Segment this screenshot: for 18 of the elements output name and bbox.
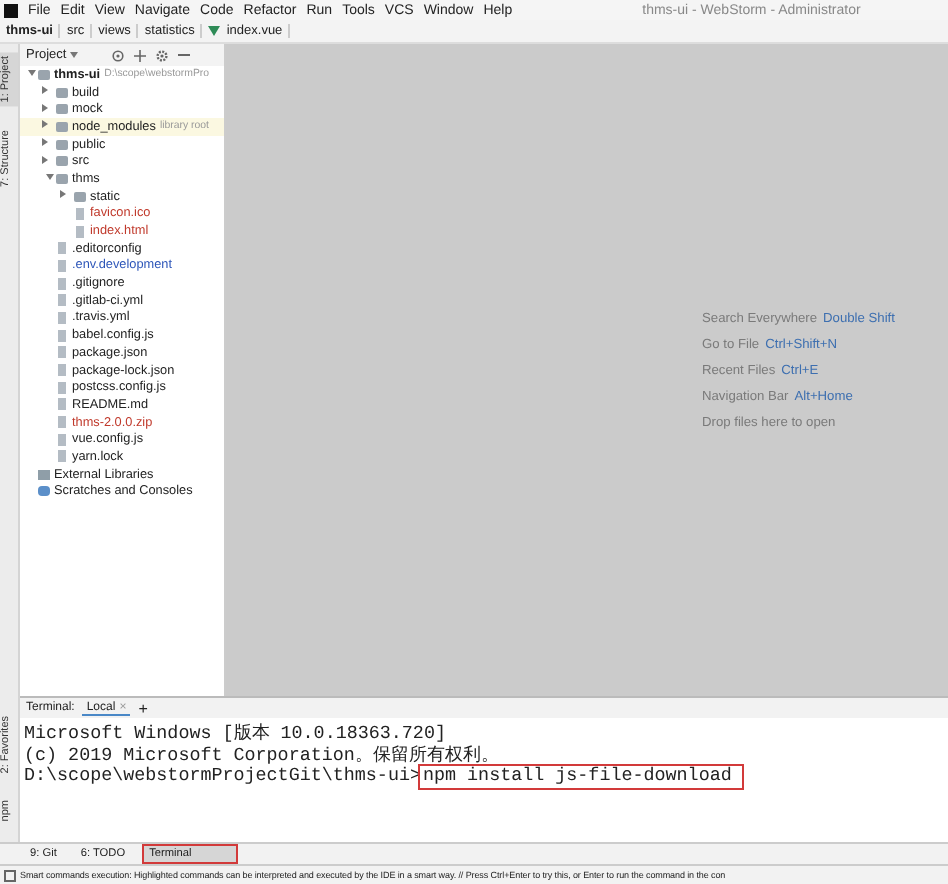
terminal-line: (c) 2019 Microsoft Corporation。保留所有权利。 <box>24 745 499 766</box>
terminal-line: Microsoft Windows [版本 10.0.18363.720] <box>24 724 446 745</box>
expand-arrow-icon[interactable] <box>60 190 66 199</box>
app-logo-icon <box>4 3 18 17</box>
add-tab-button[interactable]: + <box>138 699 148 717</box>
scratch-icon <box>38 486 50 497</box>
expand-arrow-icon[interactable] <box>42 86 48 95</box>
expand-arrow-icon[interactable] <box>42 103 48 112</box>
terminal-command: npm install js-file-download <box>420 766 742 788</box>
target-icon[interactable] <box>112 49 125 61</box>
library-icon <box>38 469 50 480</box>
expand-arrow-icon[interactable] <box>42 120 48 129</box>
minimize-icon[interactable] <box>178 53 191 57</box>
status-icon <box>4 869 16 881</box>
expand-arrow-icon[interactable] <box>42 155 48 164</box>
terminal-line: D:\scope\webstormProjectGit\thms-ui> <box>24 766 421 788</box>
settings-icon[interactable] <box>156 49 169 61</box>
expand-arrow-icon[interactable] <box>42 138 48 147</box>
